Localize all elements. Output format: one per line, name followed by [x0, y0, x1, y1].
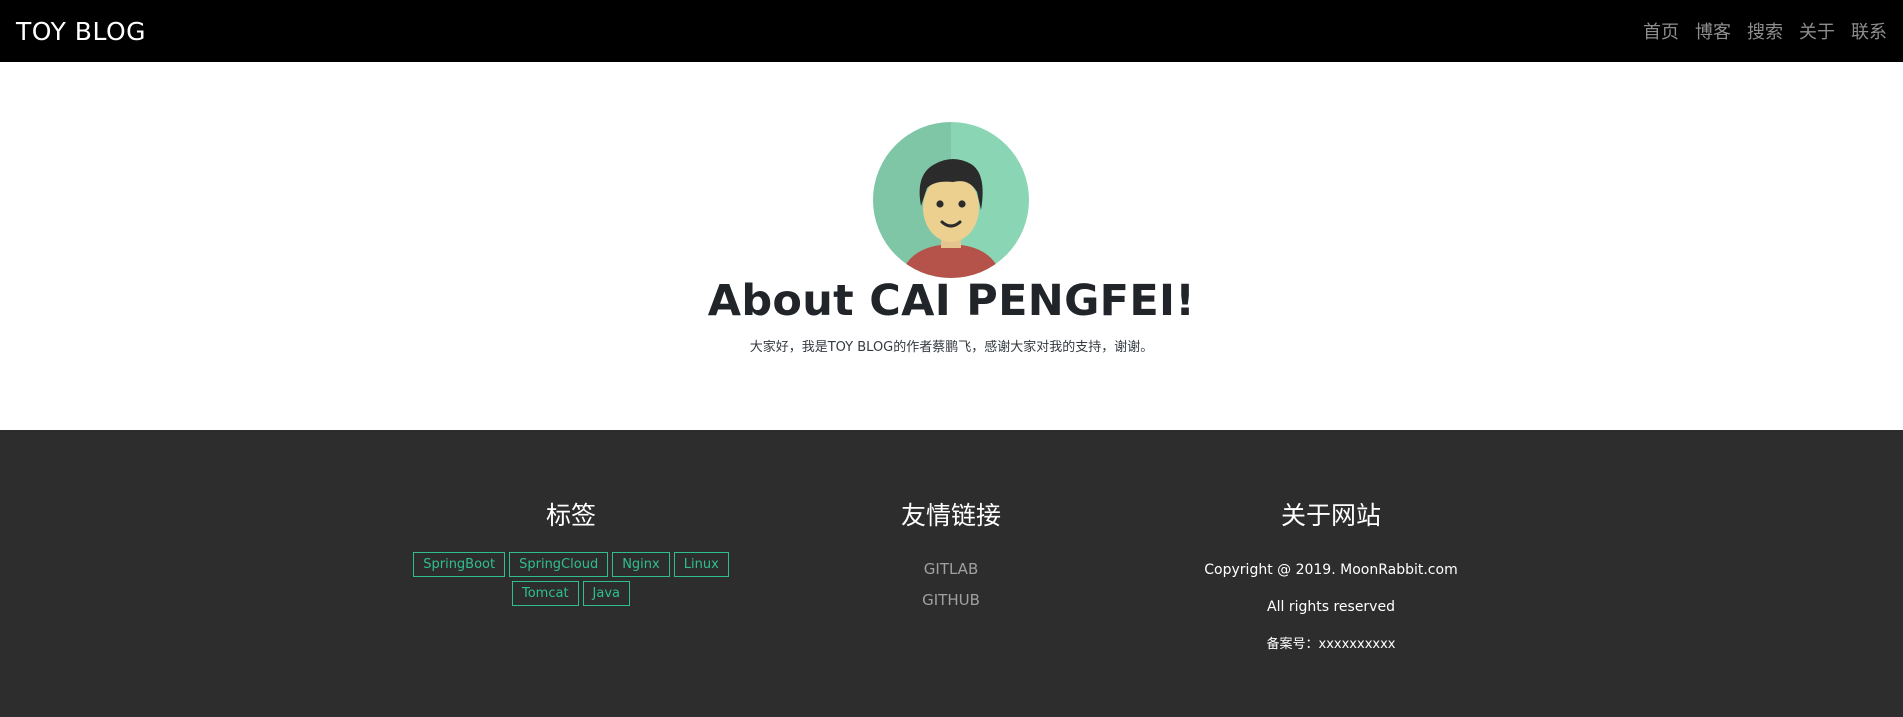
- tag-item[interactable]: Nginx: [612, 552, 670, 577]
- tags-heading: 标签: [545, 501, 596, 530]
- footer-about-column: 关于网站 Copyright @ 2019. MoonRabbit.com Al…: [1141, 430, 1521, 663]
- nav-home[interactable]: 首页: [1643, 18, 1679, 44]
- main-nav: 首页 博客 搜索 关于 联系: [1643, 18, 1887, 44]
- site-footer: 标签 SpringBoot SpringCloud Nginx Linux To…: [0, 430, 1903, 717]
- tag-list: SpringBoot SpringCloud Nginx Linux Tomca…: [401, 550, 741, 608]
- nav-about[interactable]: 关于: [1799, 18, 1835, 44]
- intro-text: 大家好，我是TOY BLOG的作者蔡鹏飞，感谢大家对我的支持，谢谢。: [749, 340, 1154, 355]
- tag-item[interactable]: Linux: [673, 552, 729, 577]
- avatar-icon: [873, 122, 1029, 278]
- footer-tags-column: 标签 SpringBoot SpringCloud Nginx Linux To…: [381, 430, 761, 608]
- record-number: 备案号：xxxxxxxxxx: [1266, 637, 1396, 652]
- nav-blog[interactable]: 博客: [1695, 18, 1731, 44]
- friend-link-list: GITLAB GITHUB: [761, 554, 1141, 616]
- copyright-text: Copyright @ 2019. MoonRabbit.com: [1204, 562, 1458, 578]
- about-site-info: Copyright @ 2019. MoonRabbit.com All rig…: [1141, 552, 1521, 663]
- tag-item[interactable]: SpringBoot: [413, 552, 506, 577]
- tag-item[interactable]: SpringCloud: [509, 552, 609, 577]
- avatar-illustration: [873, 122, 1029, 278]
- brand-logo[interactable]: TOY BLOG: [16, 17, 146, 46]
- about-site-heading: 关于网站: [1280, 501, 1381, 530]
- top-navbar: TOY BLOG 首页 博客 搜索 关于 联系: [0, 0, 1903, 62]
- footer-links-column: 友情链接 GITLAB GITHUB: [761, 430, 1141, 616]
- rights-text: All rights reserved: [1267, 599, 1395, 615]
- friend-links-heading: 友情链接: [900, 501, 1001, 530]
- tag-item[interactable]: Tomcat: [511, 581, 579, 606]
- link-github[interactable]: GITHUB: [761, 585, 1141, 616]
- nav-contact[interactable]: 联系: [1851, 18, 1887, 44]
- link-gitlab[interactable]: GITLAB: [761, 554, 1141, 585]
- about-hero: About CAI PENGFEI! 大家好，我是TOY BLOG的作者蔡鹏飞，…: [0, 62, 1903, 430]
- page-title: About CAI PENGFEI!: [707, 276, 1196, 326]
- nav-search[interactable]: 搜索: [1747, 18, 1783, 44]
- tag-item[interactable]: Java: [582, 581, 631, 606]
